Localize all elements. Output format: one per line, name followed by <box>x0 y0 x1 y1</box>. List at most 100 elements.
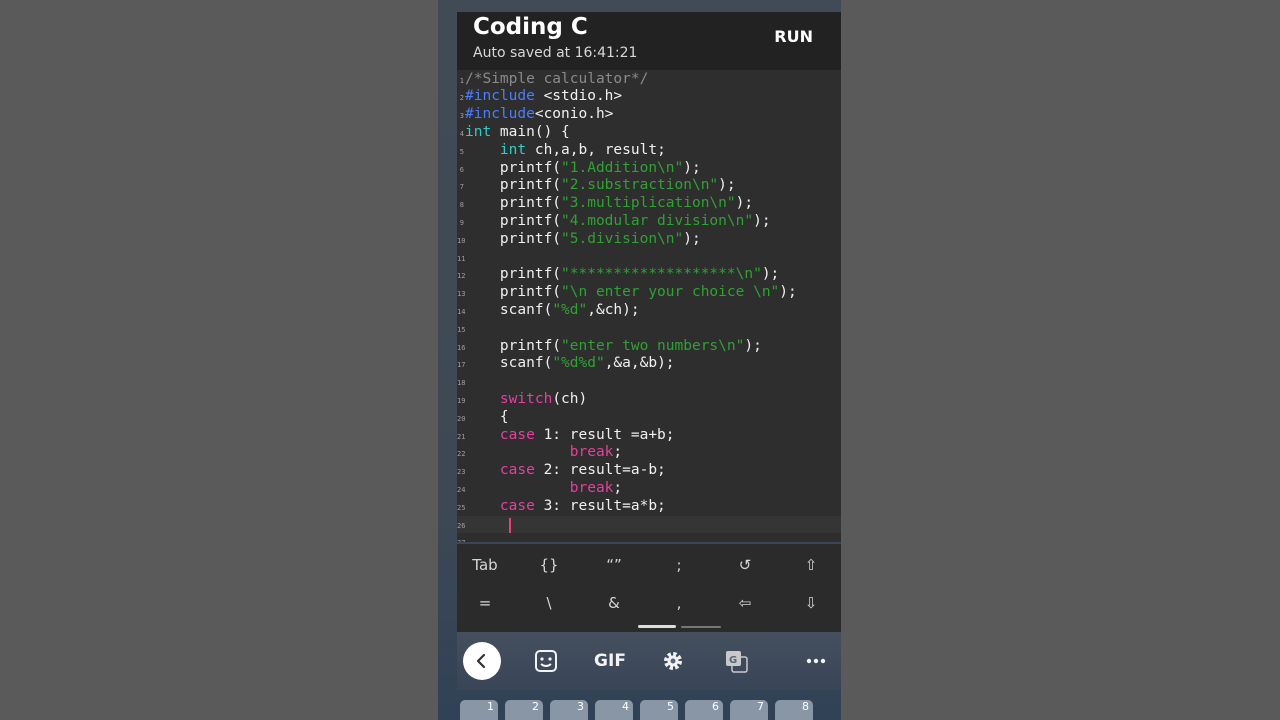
symbol-key[interactable]: ⇦ <box>719 588 771 618</box>
code-token: "5.division\n" <box>561 230 684 247</box>
symbol-key[interactable]: & <box>588 588 640 618</box>
code-text: case 3: result=a*b; <box>465 498 666 516</box>
code-token: "%d%d" <box>552 355 605 372</box>
code-line[interactable]: 23 case 2: result=a-b; <box>457 462 841 480</box>
keyboard-key[interactable]: 2 <box>505 700 543 720</box>
code-line[interactable]: 26 <box>457 515 841 534</box>
keyboard-toolbar: GIF G <box>457 632 841 690</box>
code-line[interactable]: 19 switch(ch) <box>457 391 841 409</box>
code-text: #include <stdio.h> <box>465 88 622 106</box>
code-token: break <box>569 479 614 496</box>
code-line[interactable]: 5 int ch,a,b, result; <box>457 142 841 160</box>
code-text: printf("enter two numbers\n"); <box>465 338 762 356</box>
code-token: printf( <box>465 337 562 354</box>
code-text: /*Simple calculator*/ <box>465 71 648 89</box>
more-button[interactable] <box>797 642 835 680</box>
code-token: ); <box>683 230 701 247</box>
code-line[interactable]: 17 scanf("%d%d",&a,&b); <box>457 355 841 373</box>
code-line[interactable]: 6 printf("1.Addition\n"); <box>457 160 841 178</box>
code-editor[interactable]: 1/*Simple calculator*/2 #include <stdio.h… <box>457 70 841 542</box>
symbol-key[interactable]: ⇧ <box>785 550 837 580</box>
code-token: "%d" <box>552 301 588 318</box>
symbol-key[interactable]: “” <box>588 550 640 580</box>
code-line[interactable]: 7 printf("2.substraction\n"); <box>457 177 841 195</box>
code-line[interactable]: 22 break; <box>457 444 841 462</box>
code-line[interactable]: 2 #include <stdio.h> <box>457 88 841 106</box>
code-token: 1: result =a+b; <box>534 426 675 443</box>
chevron-left-icon <box>476 653 486 669</box>
code-line[interactable]: 11 <box>457 249 841 267</box>
code-token: ); <box>683 159 701 176</box>
code-line[interactable]: 18 <box>457 373 841 391</box>
code-token: /*Simple calculator*/ <box>465 70 649 87</box>
code-text: printf("*******************\n"); <box>465 266 779 284</box>
back-button[interactable] <box>463 642 501 680</box>
more-icon <box>806 658 826 664</box>
code-text: break; <box>465 480 622 498</box>
run-button[interactable]: RUN <box>774 27 813 46</box>
keyboard-key[interactable]: 8 <box>775 700 813 720</box>
keyboard-key[interactable]: 1 <box>460 700 498 720</box>
code-line[interactable]: 21 case 1: result =a+b; <box>457 427 841 445</box>
code-token: 2: result=a-b; <box>534 462 666 479</box>
symbol-key[interactable]: = <box>459 588 511 618</box>
symbol-key[interactable]: ⇩ <box>785 588 837 618</box>
code-line[interactable]: 12 printf("*******************\n"); <box>457 266 841 284</box>
code-line[interactable]: 16 printf("enter two numbers\n"); <box>457 338 841 356</box>
keyboard-key[interactable]: 5 <box>640 700 678 720</box>
code-line[interactable]: 13 printf("\n enter your choice \n"); <box>457 284 841 302</box>
code-text: { <box>465 409 509 427</box>
code-line[interactable]: 10 printf("5.division\n"); <box>457 231 841 249</box>
symbol-key[interactable]: ; <box>653 550 705 580</box>
keyboard-key[interactable]: 4 <box>595 700 633 720</box>
symbol-key[interactable]: , <box>653 588 705 618</box>
code-text: int ch,a,b, result; <box>465 142 666 160</box>
code-token: int <box>465 123 492 140</box>
code-text: scanf("%d",&ch); <box>465 302 640 320</box>
keyboard-key[interactable]: 3 <box>550 700 588 720</box>
keyboard-key[interactable]: 6 <box>685 700 723 720</box>
code-line[interactable]: 25 case 3: result=a*b; <box>457 498 841 516</box>
code-line[interactable]: 4 int main() { <box>457 124 841 142</box>
code-line[interactable]: 1/*Simple calculator*/ <box>457 71 841 89</box>
code-token: scanf( <box>465 301 553 318</box>
code-text: printf("2.substraction\n"); <box>465 177 736 195</box>
code-line[interactable]: 27 <box>457 533 841 542</box>
code-token: printf( <box>465 159 562 176</box>
code-text: scanf("%d%d",&a,&b); <box>465 355 675 373</box>
code-text: switch(ch) <box>465 391 587 409</box>
code-token: #include <box>465 106 535 123</box>
code-line[interactable]: 15 <box>457 320 841 338</box>
keyboard-key[interactable]: 7 <box>730 700 768 720</box>
code-token: ,&a,&b); <box>604 355 675 372</box>
code-token: ); <box>753 212 771 229</box>
code-line[interactable]: 14 scanf("%d",&ch); <box>457 302 841 320</box>
code-line[interactable]: 9 printf("4.modular division\n"); <box>457 213 841 231</box>
code-line[interactable]: 24 break; <box>457 480 841 498</box>
code-token: main() { <box>491 123 570 140</box>
translate-button[interactable]: G <box>717 642 755 680</box>
code-text: break; <box>465 444 622 462</box>
right-backdrop <box>841 0 1280 720</box>
code-token: case <box>499 426 535 443</box>
code-line[interactable]: 3 #include<conio.h> <box>457 106 841 124</box>
code-line[interactable]: 20 { <box>457 409 841 427</box>
code-text: case 2: result=a-b; <box>465 462 666 480</box>
symbol-key[interactable]: {} <box>523 550 575 580</box>
code-line[interactable]: 8 printf("3.multiplication\n"); <box>457 195 841 213</box>
symbol-key[interactable]: ↺ <box>719 550 771 580</box>
code-token: "4.modular division\n" <box>561 212 754 229</box>
sticker-button[interactable] <box>527 642 565 680</box>
symbol-key[interactable]: Tab <box>459 550 511 580</box>
symbol-key[interactable]: \ <box>523 588 575 618</box>
gif-button[interactable]: GIF <box>590 642 630 680</box>
code-text: #include<conio.h> <box>465 106 613 124</box>
code-token: scanf( <box>465 355 553 372</box>
phone-screen: Coding C Auto saved at 16:41:21 RUN 1/*S… <box>438 0 841 720</box>
settings-button[interactable] <box>654 642 692 680</box>
